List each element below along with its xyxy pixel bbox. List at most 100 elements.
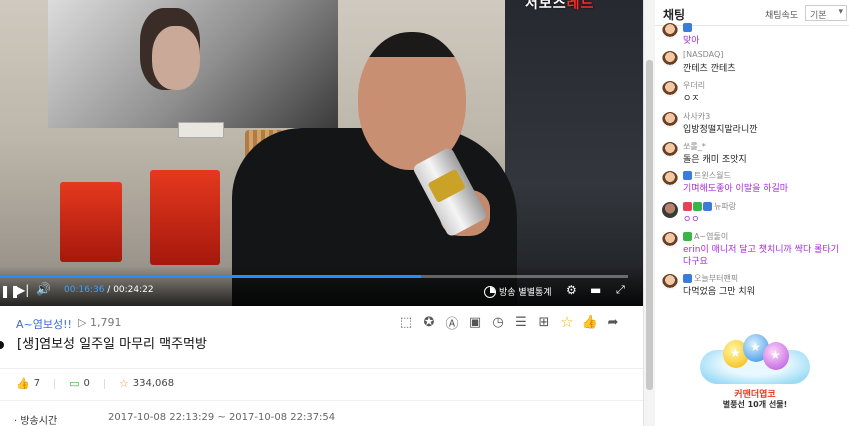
balloon-gift-icon[interactable]: ✪	[421, 314, 437, 330]
view-count: ▷ 1,791	[78, 316, 121, 329]
user-avatar[interactable]	[662, 51, 678, 67]
video-title: [생]염보성 일주일 마무리 맥주먹방	[17, 337, 207, 352]
comment-count[interactable]: ▭ 0	[69, 377, 90, 390]
total-time: / 00:24:22	[107, 285, 154, 295]
chat-nickname[interactable]: 트윈스월드	[694, 170, 731, 181]
chat-panel: 채팅 채팅속도 기본 맞아 [NASDAQ] 깐테츠 깐테츠 우더리 ㅇㅈ 사사…	[655, 0, 849, 426]
chat-speed-label: 채팅속도	[765, 11, 799, 21]
user-avatar[interactable]	[662, 171, 678, 187]
next-icon[interactable]: ▶|	[16, 283, 29, 297]
chat-text: 기며해도좋아 이말을 하길마	[683, 184, 789, 194]
chat-text: 돌은 캐미 조앗지	[683, 155, 747, 165]
balloon-gift-notice: ★ ★ ★ 커맨더엽코 별풍선 10개 선물!	[695, 310, 815, 410]
chat-message[interactable]: 맞아	[662, 22, 849, 52]
star-icon: ☆	[118, 377, 129, 390]
ad-icon[interactable]: Ⓐ	[444, 314, 460, 332]
history-icon[interactable]: ◷	[490, 314, 506, 330]
chat-message[interactable]: 쏘롤_* 돌은 캐미 조앗지	[662, 141, 849, 171]
chat-message[interactable]: 트윈스월드 기며해도좋아 이말을 하길마	[662, 170, 849, 200]
fan-badge-icon	[703, 202, 712, 211]
volume-icon[interactable]: 🔊	[36, 282, 51, 296]
broadcast-time-label: · 방송시간	[14, 416, 58, 426]
chat-text: ㅇㅈ	[683, 94, 700, 104]
chat-message[interactable]: A~염둘이 erin이 매니저 달고 챗치니까 쌱다 롤타기 다구요	[662, 231, 849, 271]
user-badges	[683, 171, 692, 180]
manager-badge-icon	[683, 232, 692, 241]
user-avatar[interactable]	[662, 112, 678, 128]
dark-background-right	[505, 0, 643, 306]
user-avatar[interactable]	[662, 81, 678, 97]
like-count-value: 7	[33, 378, 41, 389]
page-scrollbar[interactable]	[643, 0, 655, 426]
chat-text: ㅇㅇ	[683, 215, 700, 225]
pie-chart-icon	[484, 285, 496, 298]
uploader-name[interactable]: A~염보성!!	[16, 316, 72, 332]
user-badges	[683, 202, 712, 211]
chat-nickname[interactable]: A~염둘이	[694, 231, 728, 242]
scrollbar-thumb[interactable]	[646, 60, 653, 390]
poster-face	[152, 26, 200, 90]
favorite-count[interactable]: ☆ 334,068	[119, 377, 174, 390]
comment-icon: ▭	[69, 377, 80, 390]
video-info-panel: A~염보성!! ▷ 1,791 ⬚ ✪ Ⓐ ▣ ◷ ☰ ⊞ ☆ 👍 ➦ [생]염…	[0, 306, 643, 426]
broadcast-stats-button[interactable]: 방송 별별통계	[484, 285, 552, 298]
fan-badge-icon	[683, 171, 692, 180]
broadcast-stats-label: 방송 별별통계	[499, 288, 552, 298]
video-player[interactable]: 서보스레드 ❚❚ ▶| 🔊 00:16:36 / 00:24:22 방송 별별통…	[0, 0, 643, 306]
user-avatar[interactable]	[662, 274, 678, 290]
fan-badge-icon	[683, 274, 692, 283]
red-stool	[150, 170, 220, 265]
vod-record-icon[interactable]: ▣	[467, 314, 483, 330]
chat-text: 다먹었음 그만 치워	[683, 287, 755, 297]
wall-switch	[178, 122, 224, 138]
chat-nickname[interactable]: 우더리	[683, 80, 705, 91]
comment-count-value: 0	[83, 378, 90, 389]
chat-message[interactable]: 오늘부터팬픽 다먹었음 그만 치워	[662, 273, 849, 303]
favorite-star-icon[interactable]: ☆	[559, 313, 575, 331]
stat-separator	[54, 378, 56, 389]
user-avatar[interactable]	[662, 23, 678, 39]
chat-title: 채팅	[663, 8, 686, 22]
engagement-stats: 👍 7 ▭ 0 ☆ 334,068	[16, 377, 174, 390]
user-avatar[interactable]	[662, 232, 678, 248]
share-to-station-icon[interactable]: ⬚	[398, 314, 414, 330]
user-badges	[683, 232, 692, 241]
chat-nickname[interactable]: 오늘부터팬픽	[694, 273, 738, 284]
gear-icon[interactable]: ⚙	[566, 283, 577, 297]
star-icon: ★	[730, 346, 741, 360]
divider	[0, 400, 643, 401]
chat-nickname[interactable]: 쏘롤_*	[683, 141, 706, 152]
chat-speed-value: 기본	[810, 11, 827, 21]
star-icon: ★	[770, 348, 781, 362]
theater-mode-icon[interactable]: ▬	[590, 283, 601, 297]
chat-text: 깐테츠 깐테츠	[683, 64, 736, 74]
play-count-icon: ▷	[78, 316, 87, 329]
thumbs-up-icon[interactable]: 👍	[582, 314, 598, 330]
chat-text-continued: 다구요	[683, 257, 708, 267]
title-bullet	[0, 341, 4, 349]
chat-message[interactable]: [NASDAQ] 깐테츠 깐테츠	[662, 50, 849, 80]
thumbs-up-icon: 👍	[16, 377, 30, 390]
user-avatar[interactable]	[662, 202, 678, 218]
like-count[interactable]: 👍 7	[16, 377, 40, 390]
user-avatar[interactable]	[662, 142, 678, 158]
chat-nickname[interactable]: [NASDAQ]	[683, 50, 723, 59]
grid-icon[interactable]: ⊞	[536, 314, 552, 330]
broadcast-time-value: 2017-10-08 22:13:29 ~ 2017-10-08 22:37:5…	[108, 412, 336, 423]
divider	[0, 368, 643, 369]
star-icon: ★	[750, 340, 761, 354]
chat-text: 맞아	[683, 36, 700, 46]
chat-message[interactable]: 사사카3 입방정떨지말라니깐	[662, 111, 849, 141]
chat-nickname[interactable]: 사사카3	[683, 111, 710, 122]
chat-nickname[interactable]: 뉴파랑	[714, 201, 736, 212]
chat-message[interactable]: 우더리 ㅇㅈ	[662, 80, 849, 110]
user-badges	[683, 23, 692, 32]
fan-badge-icon	[683, 23, 692, 32]
playlist-add-icon[interactable]: ☰	[513, 314, 529, 330]
chat-speed-select[interactable]: 기본	[805, 5, 847, 21]
seek-bar[interactable]	[0, 275, 628, 278]
chat-message[interactable]: 뉴파랑 ㅇㅇ	[662, 201, 849, 231]
share-arrow-icon[interactable]: ➦	[605, 314, 621, 330]
fullscreen-icon[interactable]: ⤢	[616, 283, 625, 297]
heart-badge-icon	[683, 202, 692, 211]
